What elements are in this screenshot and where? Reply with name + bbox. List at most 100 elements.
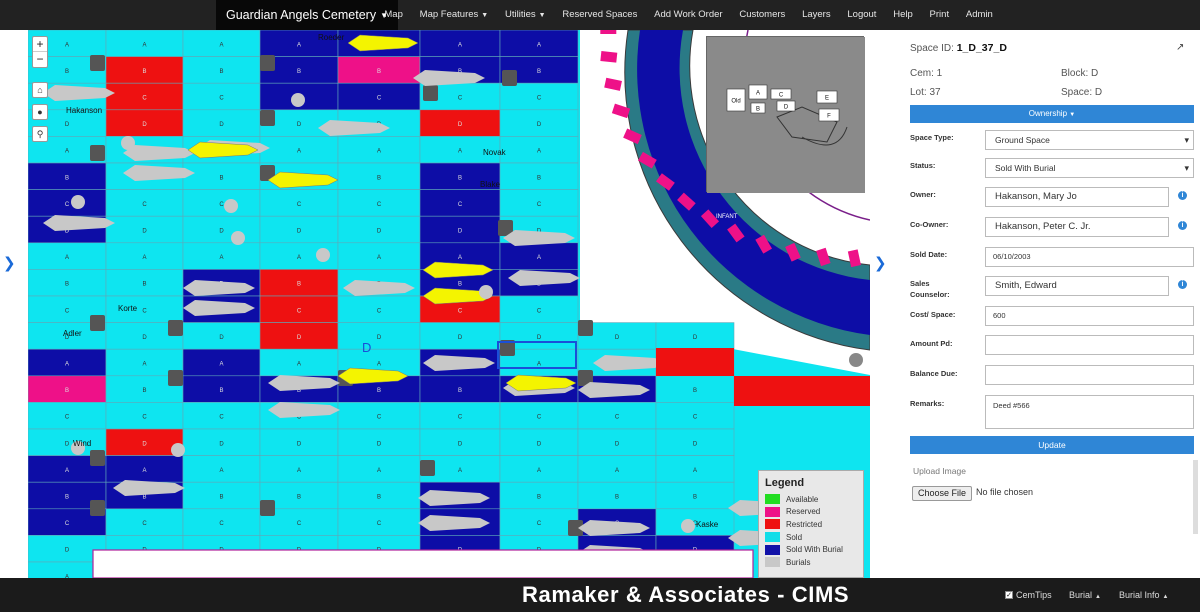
chevron-left-icon[interactable]: ❯ bbox=[3, 254, 16, 272]
legend-label: Available bbox=[786, 494, 819, 504]
plot-letter: A bbox=[458, 468, 462, 474]
plot-letter: B bbox=[219, 69, 223, 75]
co-owner-field[interactable]: Hakanson, Peter C. Jr. bbox=[985, 217, 1169, 237]
plot-letter: D bbox=[219, 229, 224, 235]
nav-help[interactable]: Help bbox=[885, 0, 921, 30]
choose-file-button[interactable]: Choose File bbox=[912, 486, 972, 501]
zoom-extent-icon[interactable]: ⚲ bbox=[32, 126, 48, 142]
owner-info-icon[interactable]: i bbox=[1178, 191, 1187, 200]
upload-image-label: Upload Image bbox=[913, 466, 966, 476]
space-id-label: Space ID: bbox=[910, 43, 954, 54]
owner-name-label: Novak bbox=[483, 148, 507, 157]
plot-letter: A bbox=[142, 362, 146, 368]
sales-counselor-field[interactable]: Smith, Edward bbox=[985, 276, 1169, 296]
round-marker bbox=[479, 285, 493, 299]
nav-reserved-spaces[interactable]: Reserved Spaces bbox=[554, 0, 646, 30]
owner-name-label: Wind bbox=[73, 439, 91, 448]
round-marker bbox=[316, 248, 330, 262]
ownership-dropdown[interactable]: Ownership ▼ bbox=[910, 105, 1194, 123]
plot-letter: C bbox=[297, 202, 302, 208]
map-right-gutter: ❯ bbox=[870, 30, 900, 578]
map-left-gutter: ❯ bbox=[0, 30, 28, 578]
burial-menu[interactable]: Burial ▲ bbox=[1069, 578, 1101, 612]
sold-date-field[interactable]: 06/10/2003 bbox=[985, 247, 1194, 267]
cemtips-toggle[interactable]: ✓ CemTips bbox=[1005, 578, 1052, 612]
chevron-right-icon[interactable]: ❯ bbox=[874, 254, 887, 272]
plot-letter: C bbox=[377, 521, 382, 527]
plot-letter: C bbox=[142, 521, 147, 527]
co-owner-info-icon[interactable]: i bbox=[1178, 221, 1187, 230]
space-id-value: 1_D_37_D bbox=[956, 42, 1007, 54]
plot-letter: B bbox=[219, 175, 223, 181]
plot-letter: B bbox=[142, 388, 146, 394]
nav-label: Logout bbox=[847, 9, 877, 20]
overview-label: C bbox=[779, 93, 784, 99]
remarks-textarea[interactable]: Deed #566 bbox=[985, 395, 1194, 429]
status-select[interactable]: Sold With Burial bbox=[985, 158, 1194, 178]
plot-letter: A bbox=[458, 149, 462, 155]
legend-item: Sold bbox=[765, 531, 857, 544]
nav-map-features[interactable]: Map Features ▼ bbox=[411, 0, 496, 30]
owner-field[interactable]: Hakanson, Mary Jo bbox=[985, 187, 1169, 207]
plot-letter: C bbox=[458, 415, 463, 421]
zoom-out-button[interactable]: − bbox=[33, 52, 47, 67]
amount-paid-field[interactable] bbox=[985, 335, 1194, 355]
nav-map[interactable]: Map bbox=[376, 0, 411, 30]
balance-due-field[interactable] bbox=[985, 365, 1194, 385]
nav-layers[interactable]: Layers bbox=[794, 0, 839, 30]
plot-letter: C bbox=[537, 521, 542, 527]
space-value: Space: D bbox=[1061, 87, 1103, 98]
update-button[interactable]: Update bbox=[910, 436, 1194, 454]
restricted-block bbox=[656, 348, 734, 376]
plot-letter: B bbox=[65, 282, 69, 288]
plot-letter: D bbox=[142, 122, 147, 128]
overview-label: B bbox=[756, 107, 760, 113]
zoom-in-button[interactable]: + bbox=[33, 37, 47, 52]
plot-letter: C bbox=[458, 96, 463, 102]
plot-letter: B bbox=[377, 495, 381, 501]
plot-letter: C bbox=[65, 521, 70, 527]
nav-customers[interactable]: Customers bbox=[731, 0, 794, 30]
home-icon[interactable]: ⌂ bbox=[32, 82, 48, 98]
plot-letter: B bbox=[65, 69, 69, 75]
cemtips-label: CemTips bbox=[1016, 590, 1052, 600]
ownership-label: Ownership bbox=[1028, 109, 1068, 118]
plot-letter: B bbox=[537, 175, 541, 181]
nav-print[interactable]: Print bbox=[921, 0, 957, 30]
panel-scrollbar[interactable] bbox=[1193, 460, 1198, 534]
headstone bbox=[260, 500, 275, 516]
nav-logout[interactable]: Logout bbox=[839, 0, 885, 30]
legend-item: Burials bbox=[765, 556, 857, 569]
nav-label: Admin bbox=[965, 9, 993, 20]
plot-letter: C bbox=[65, 202, 70, 208]
amount-paid-label: Amount Pd: bbox=[910, 339, 953, 348]
overview-minimap[interactable]: Old A B C D E F bbox=[706, 36, 865, 193]
infant-label: INFANT bbox=[716, 214, 738, 220]
burial-label: Burial bbox=[1069, 590, 1093, 600]
overview-label: F bbox=[827, 114, 831, 120]
checkbox-checked-icon[interactable]: ✓ bbox=[1005, 590, 1013, 599]
plot-letter: D bbox=[537, 122, 542, 128]
sales-counselor-info-icon[interactable]: i bbox=[1178, 280, 1187, 289]
plot-letter: D bbox=[615, 335, 620, 341]
cost-space-field[interactable]: 600 bbox=[985, 306, 1194, 326]
plot-letter: B bbox=[297, 495, 301, 501]
nav-utilities[interactable]: Utilities ▼ bbox=[497, 0, 554, 30]
nav-label: Help bbox=[893, 9, 913, 20]
plot-letter: A bbox=[142, 255, 146, 261]
cemetery-selector[interactable]: Guardian Angels Cemetery ▼ bbox=[216, 0, 399, 30]
plot-letter: C bbox=[219, 415, 224, 421]
plot-letter: D bbox=[219, 122, 224, 128]
plot-letter: D bbox=[458, 335, 463, 341]
plot-letter: D bbox=[615, 441, 620, 447]
plot-letter: B bbox=[297, 282, 301, 288]
nav-admin[interactable]: Admin bbox=[957, 0, 1001, 30]
location-pin-icon[interactable]: ● bbox=[32, 104, 48, 120]
nav-add-work-order[interactable]: Add Work Order bbox=[646, 0, 731, 30]
space-type-select[interactable]: Ground Space bbox=[985, 130, 1194, 150]
burial-info-menu[interactable]: Burial Info ▲ bbox=[1119, 578, 1168, 612]
external-link-icon[interactable]: ↗ bbox=[1176, 42, 1184, 53]
plot-letter: B bbox=[693, 495, 697, 501]
overview-label: D bbox=[784, 105, 789, 111]
plot-letter: A bbox=[297, 149, 301, 155]
